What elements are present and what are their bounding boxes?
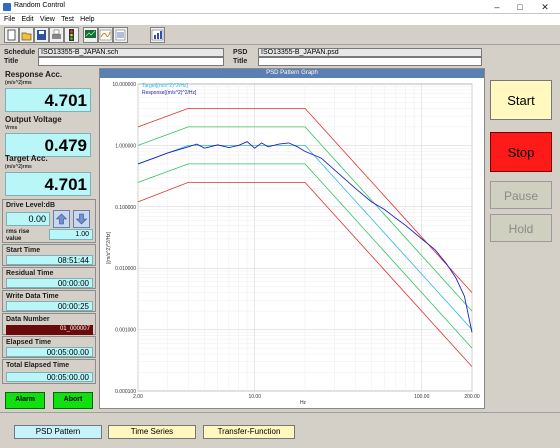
status-panel: Response Acc. (m/s^2)rms 4.701 Output Vo… <box>2 68 96 410</box>
total-elapsed-label: Total Elapsed Time <box>6 362 70 369</box>
schedule-field: ISO13355-B_JAPAN.sch <box>38 48 224 57</box>
window-title: Random Control <box>14 2 65 9</box>
toolbar <box>0 25 560 45</box>
elapsed-time-value: 00:05:00.00 <box>6 347 93 357</box>
open-icon[interactable] <box>19 27 34 43</box>
chart-title: PSD Pattern Graph <box>100 69 484 78</box>
elapsed-time-group: Elapsed Time 00:05:00.00 <box>2 336 96 358</box>
rms-rise-label-2: value <box>6 236 22 242</box>
stop-button[interactable]: Stop <box>490 132 552 172</box>
menu-view[interactable]: View <box>40 14 55 25</box>
pause-button[interactable]: Pause <box>490 181 552 209</box>
write-time-value: 00:00:25 <box>6 301 93 311</box>
tab-transfer-function[interactable]: Transfer-Function <box>203 425 295 439</box>
print-icon[interactable] <box>49 27 64 43</box>
report-icon[interactable] <box>150 27 165 43</box>
drive-level-value[interactable]: 0.00 <box>6 212 50 226</box>
save-icon[interactable] <box>34 27 49 43</box>
list-icon[interactable] <box>113 27 128 43</box>
response-acc-unit: (m/s^2)rms <box>5 80 32 86</box>
title-bar: Random Control – □ ✕ <box>0 0 560 14</box>
total-elapsed-group: Total Elapsed Time 00:05:00.00 <box>2 359 96 384</box>
x-axis-label: Hz <box>300 400 307 406</box>
x-tick-label: 200.00 <box>464 394 480 400</box>
y-tick-label: 0.010000 <box>115 266 136 272</box>
menu-bar: File Edit View Test Help <box>0 14 560 25</box>
target-acc-group: Target Acc. (m/s^2)rms 4.701 <box>2 152 96 198</box>
drive-level-label: Drive Level:dB <box>6 202 56 209</box>
new-icon[interactable] <box>4 27 19 43</box>
close-icon[interactable]: ✕ <box>535 0 555 14</box>
chart-icon[interactable] <box>98 27 113 43</box>
tab-time-series[interactable]: Time Series <box>108 425 196 439</box>
start-time-label: Start Time <box>6 247 41 254</box>
x-tick-label: 100.00 <box>414 394 430 400</box>
y-tick-label: 0.100000 <box>115 205 136 211</box>
data-number-value: 01_000007 <box>6 325 93 335</box>
response-acc-value: 4.701 <box>5 88 91 112</box>
title2-label: Title <box>233 58 248 65</box>
drive-level-group: Drive Level:dB 0.00 rms rise value 1.00 <box>2 199 96 243</box>
app-icon <box>3 3 11 11</box>
output-voltage-label: Output Voltage <box>5 115 62 124</box>
y-tick-label: 10.000000 <box>112 82 136 88</box>
control-panel: Start Stop Pause Hold <box>488 68 560 410</box>
menu-file[interactable]: File <box>4 14 15 25</box>
y-tick-label: 0.000100 <box>115 389 136 395</box>
output-voltage-unit: Vrms <box>5 125 18 131</box>
maximize-icon[interactable]: □ <box>510 0 530 14</box>
hold-button[interactable]: Hold <box>490 214 552 242</box>
abort-indicator[interactable]: Abort <box>53 392 93 409</box>
menu-help[interactable]: Help <box>80 14 94 25</box>
tab-psd-pattern[interactable]: PSD Pattern <box>14 425 102 439</box>
residual-time-group: Residual Time 00:00:00 <box>2 267 96 289</box>
title2-field[interactable] <box>258 57 482 66</box>
target-acc-value: 4.701 <box>5 172 91 196</box>
response-acc-group: Response Acc. (m/s^2)rms 4.701 <box>2 68 96 114</box>
minimize-icon[interactable]: – <box>487 0 507 14</box>
title-label: Title <box>4 58 19 65</box>
write-time-label: Write Data Time <box>6 293 59 300</box>
data-number-group: Data Number 01_000007 <box>2 313 96 335</box>
x-tick-label: 10.00 <box>248 394 261 400</box>
psd-field: ISO13355-B_JAPAN.psd <box>258 48 482 57</box>
rms-up-button[interactable] <box>53 210 70 228</box>
start-time-group: Start Time 08:51:44 <box>2 244 96 266</box>
legend-target: Target[(m/s^2)^2/Hz] <box>142 83 188 89</box>
target-acc-unit: (m/s^2)rms <box>5 164 32 170</box>
residual-time-label: Residual Time <box>6 270 54 277</box>
menu-test[interactable]: Test <box>61 14 74 25</box>
start-time-value: 08:51:44 <box>6 255 93 265</box>
legend-response: Response[(m/s^2)^2/Hz] <box>142 90 197 96</box>
elapsed-time-label: Elapsed Time <box>6 339 52 346</box>
monitor-icon[interactable] <box>83 27 98 43</box>
view-tab-bar: PSD Pattern Time Series Transfer-Functio… <box>0 412 560 448</box>
y-tick-label: 0.001000 <box>115 328 136 334</box>
y-tick-label: 1.000000 <box>115 143 136 149</box>
rms-rise-value[interactable]: 1.00 <box>49 229 93 240</box>
residual-time-value: 00:00:00 <box>6 278 93 288</box>
response-acc-label: Response Acc. <box>5 70 63 79</box>
psd-label: PSD <box>233 49 248 56</box>
total-elapsed-value: 00:05:00.00 <box>6 372 93 382</box>
psd-chart-frame: PSD Pattern Graph 2.00 10.00 100.00 200.00 1… <box>99 68 485 409</box>
menu-edit[interactable]: Edit <box>22 14 34 25</box>
rms-down-button[interactable] <box>73 210 90 228</box>
y-axis-label: [(m/s^2)^2/Hz] <box>106 231 112 264</box>
schedule-label: Schedule <box>4 49 36 56</box>
psd-chart: 2.00 10.00 100.00 200.0010.0000001.0000000.… <box>106 82 480 406</box>
start-button[interactable]: Start <box>490 80 552 120</box>
title-field[interactable] <box>38 57 224 66</box>
traffic-light-icon[interactable] <box>64 27 79 43</box>
write-time-group: Write Data Time 00:00:25 <box>2 290 96 312</box>
target-acc-label: Target Acc. <box>5 154 48 163</box>
alarm-indicator[interactable]: Alarm <box>5 392 45 409</box>
data-number-label: Data Number <box>6 316 50 323</box>
